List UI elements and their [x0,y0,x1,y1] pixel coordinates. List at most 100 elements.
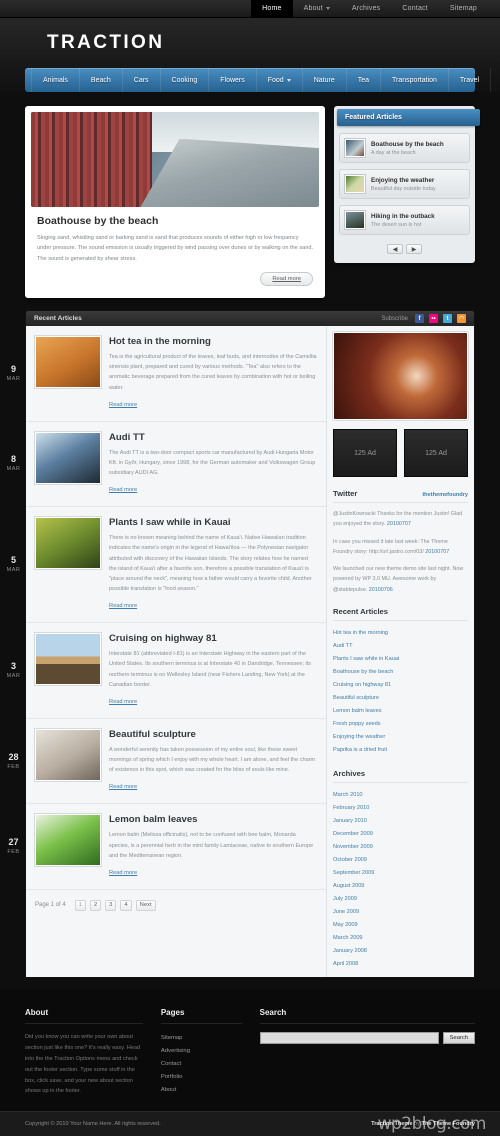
article-title[interactable]: Beautiful sculpture [109,729,317,740]
slider-prev-icon[interactable]: ◀ [387,244,403,254]
list-item[interactable]: July 2009 [333,893,468,906]
search-button[interactable]: Search [442,1031,475,1044]
twitter-widget: Twitter thethemefoundry @JustinKownacki … [333,489,468,595]
slider-next-icon[interactable]: ▶ [406,244,422,254]
featured-read-more-button[interactable]: Read more [260,272,313,287]
featured-list-item[interactable]: Hiking in the outback The desert sun is … [339,205,470,235]
list-item[interactable]: May 2009 [333,919,468,932]
subscribe-group: Subscribe f •• t ◠ [381,314,466,324]
article-title[interactable]: Plants I saw while in Kauai [109,517,317,528]
cat-item-food[interactable]: Food [257,68,303,92]
featured-list-item[interactable]: Enjoying the weather Beautiful day outsi… [339,169,470,199]
pagination-page-3[interactable]: 3 [105,899,117,911]
article-read-more-link[interactable]: Read more [109,487,137,493]
list-item[interactable]: September 2009 [333,867,468,880]
article-read-more-link[interactable]: Read more [109,699,137,705]
ad-slot-2[interactable]: 125 Ad [404,429,468,478]
list-item[interactable]: January 2010 [333,815,468,828]
twitter-handle-link[interactable]: thethemefoundry [422,492,468,498]
list-item[interactable]: December 2009 [333,828,468,841]
flickr-icon[interactable]: •• [429,314,438,324]
article-read-more-link[interactable]: Read more [109,603,137,609]
article-read-more-link[interactable]: Read more [109,402,137,408]
list-item[interactable]: Enjoying the weather [333,731,468,744]
top-nav-item-about[interactable]: About [293,0,341,17]
tweet-date[interactable]: 20100707 [425,549,449,555]
list-item[interactable]: March 2009 [333,932,468,945]
cat-item-tea[interactable]: Tea [347,68,382,92]
list-item[interactable]: October 2009 [333,854,468,867]
footer-link-sitemap[interactable]: Sitemap [161,1032,242,1045]
cat-item-travel[interactable]: Travel [449,68,492,92]
cat-item-animals[interactable]: Animals [31,68,80,92]
table-row: 9 MAR Hot tea in the morning Tea is the … [7,326,326,422]
cat-item-beach[interactable]: Beach [80,68,123,92]
list-item[interactable]: Boathouse by the beach [333,666,468,679]
featured-excerpt: Singing sand, whistling sand or barking … [37,235,314,262]
article-thumbnail[interactable] [34,632,102,687]
cat-item-transportation[interactable]: Transportation [381,68,449,92]
cat-item-nature[interactable]: Nature [303,68,347,92]
footer-link-advertising[interactable]: Advertising [161,1045,242,1058]
list-item[interactable]: June 2009 [333,906,468,919]
footer-link-contact[interactable]: Contact [161,1058,242,1071]
list-item[interactable]: Beautiful sculpture [333,692,468,705]
pagination-page-4[interactable]: 4 [120,899,132,911]
tweet-date[interactable]: 20100707 [387,521,411,527]
rss-icon[interactable]: ◠ [457,314,466,324]
subscribe-label: Subscribe [381,315,408,322]
article-thumbnail[interactable] [34,335,102,390]
list-item[interactable]: Hot tea in the morning [333,627,468,640]
article-read-more-link[interactable]: Read more [109,870,137,876]
list-item[interactable]: February 2010 [333,802,468,815]
article-thumbnail[interactable] [34,430,102,485]
list-item[interactable]: March 2010 [333,789,468,802]
list-item[interactable]: April 2008 [333,958,468,971]
ad-slot-1[interactable]: 125 Ad [333,429,397,478]
site-logo[interactable]: TRACTION [47,32,164,54]
featured-title[interactable]: Boathouse by the beach [37,215,313,227]
cat-item-cars[interactable]: Cars [123,68,161,92]
article-read-more-link[interactable]: Read more [109,784,137,790]
footer-link-portfolio[interactable]: Portfolio [161,1071,242,1084]
footer-pages-title: Pages [160,1008,242,1024]
article-thumbnail[interactable] [34,813,102,868]
featured-thumb [344,174,366,194]
list-item[interactable]: Lemon balm leaves [333,705,468,718]
tweet-item: We launched our new theme demo site last… [333,564,468,595]
top-nav-item-home[interactable]: Home [251,0,293,17]
cat-item-cooking[interactable]: Cooking [161,68,210,92]
search-input[interactable] [259,1031,439,1044]
cat-item-flowers[interactable]: Flowers [209,68,257,92]
facebook-icon[interactable]: f [415,314,424,324]
category-nav-wrap: Animals Beach Cars Cooking Flowers Food … [0,68,500,92]
list-item[interactable]: Audi TT [333,640,468,653]
article-date: 8 MAR [1,422,26,507]
list-item[interactable]: Plants I saw while in Kauai [333,653,468,666]
list-item[interactable]: January 2008 [333,945,468,958]
article-title[interactable]: Audi TT [109,432,317,443]
article-title[interactable]: Cruising on highway 81 [109,633,317,644]
pagination-page-2[interactable]: 2 [89,899,102,911]
article-title[interactable]: Lemon balm leaves [109,814,317,825]
list-item[interactable]: Fresh poppy seeds [333,718,468,731]
footer-link-about[interactable]: About [161,1084,242,1097]
top-nav-item-contact[interactable]: Contact [391,0,439,17]
tweet-date[interactable]: 20100706 [369,587,393,593]
top-nav-item-archives[interactable]: Archives [341,0,391,17]
article-thumbnail[interactable] [34,516,102,571]
list-item[interactable]: August 2009 [333,880,468,893]
list-item[interactable]: Cruising on highway 81 [333,679,468,692]
featured-list-item[interactable]: Boathouse by the beach A day at the beac… [339,133,470,163]
twitter-icon[interactable]: t [443,314,452,324]
cat-label: Cars [133,76,149,84]
article-thumbnail[interactable] [34,727,102,782]
pagination-page-1[interactable]: 1 [74,899,86,911]
pagination-next-button[interactable]: Next [135,899,156,911]
list-item[interactable]: Paprika is a dried fruit [333,744,468,757]
featured-body: Boathouse by the beach Singing sand, whi… [31,207,319,292]
footer-search-column: Search Search [259,1008,475,1097]
list-item[interactable]: November 2009 [333,841,468,854]
top-nav-item-sitemap[interactable]: Sitemap [439,0,488,17]
article-title[interactable]: Hot tea in the morning [109,336,317,347]
